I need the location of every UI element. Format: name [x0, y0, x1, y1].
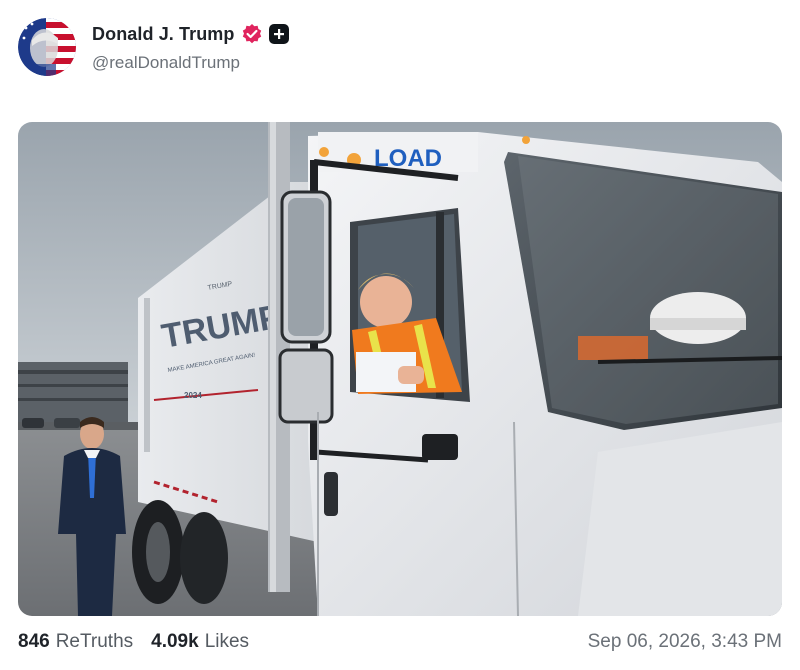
likes-count: 4.09k	[151, 631, 199, 652]
retruths-stat[interactable]: 846 ReTruths	[18, 631, 133, 653]
truth-post: Donald J. Trump @realDonaldTrump TRUMP T…	[0, 0, 800, 670]
likes-label: Likes	[204, 631, 250, 652]
follow-plus-icon[interactable]	[268, 24, 289, 44]
post-footer: 846 ReTruths 4.09k Likes Sep 06, 2026, 3…	[18, 628, 782, 656]
author-name-row: Donald J. Trump	[92, 22, 289, 46]
post-stats: 846 ReTruths 4.09k Likes	[18, 631, 249, 653]
retruths-count: 846	[18, 631, 50, 652]
retruths-label: ReTruths	[55, 631, 134, 652]
post-timestamp[interactable]: Sep 06, 2026, 3:43 PM	[588, 631, 782, 653]
author-names: Donald J. Trump @realDonaldTrump	[92, 22, 289, 73]
verified-badge-icon	[241, 23, 263, 45]
likes-stat[interactable]: 4.09k Likes	[151, 631, 249, 653]
author-display-name[interactable]: Donald J. Trump	[92, 24, 235, 45]
post-image[interactable]: TRUMP TRUMP MAKE AMERICA GREAT AGAIN! 20…	[18, 122, 782, 616]
post-header: Donald J. Trump @realDonaldTrump	[18, 18, 289, 78]
author-handle[interactable]: @realDonaldTrump	[92, 53, 289, 73]
author-avatar[interactable]	[18, 18, 76, 76]
truck-side-year: 2024	[184, 391, 202, 400]
